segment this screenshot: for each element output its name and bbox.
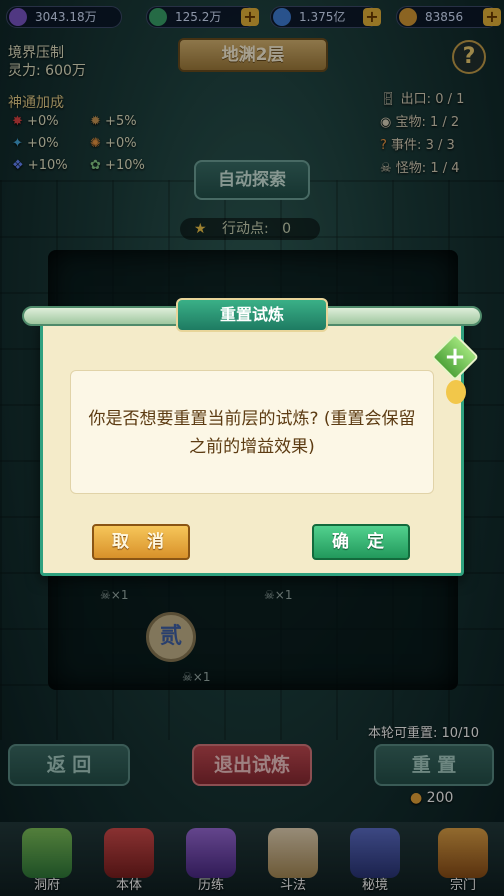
confirm-button[interactable]: 确 定 (312, 524, 410, 560)
dialog-message: 你是否想要重置当前层的试炼? (重置会保留之前的增益效果) (70, 370, 434, 494)
tassel-icon (446, 380, 466, 404)
dialog-title: 重置试炼 (176, 298, 328, 332)
cancel-button[interactable]: 取 消 (92, 524, 190, 560)
